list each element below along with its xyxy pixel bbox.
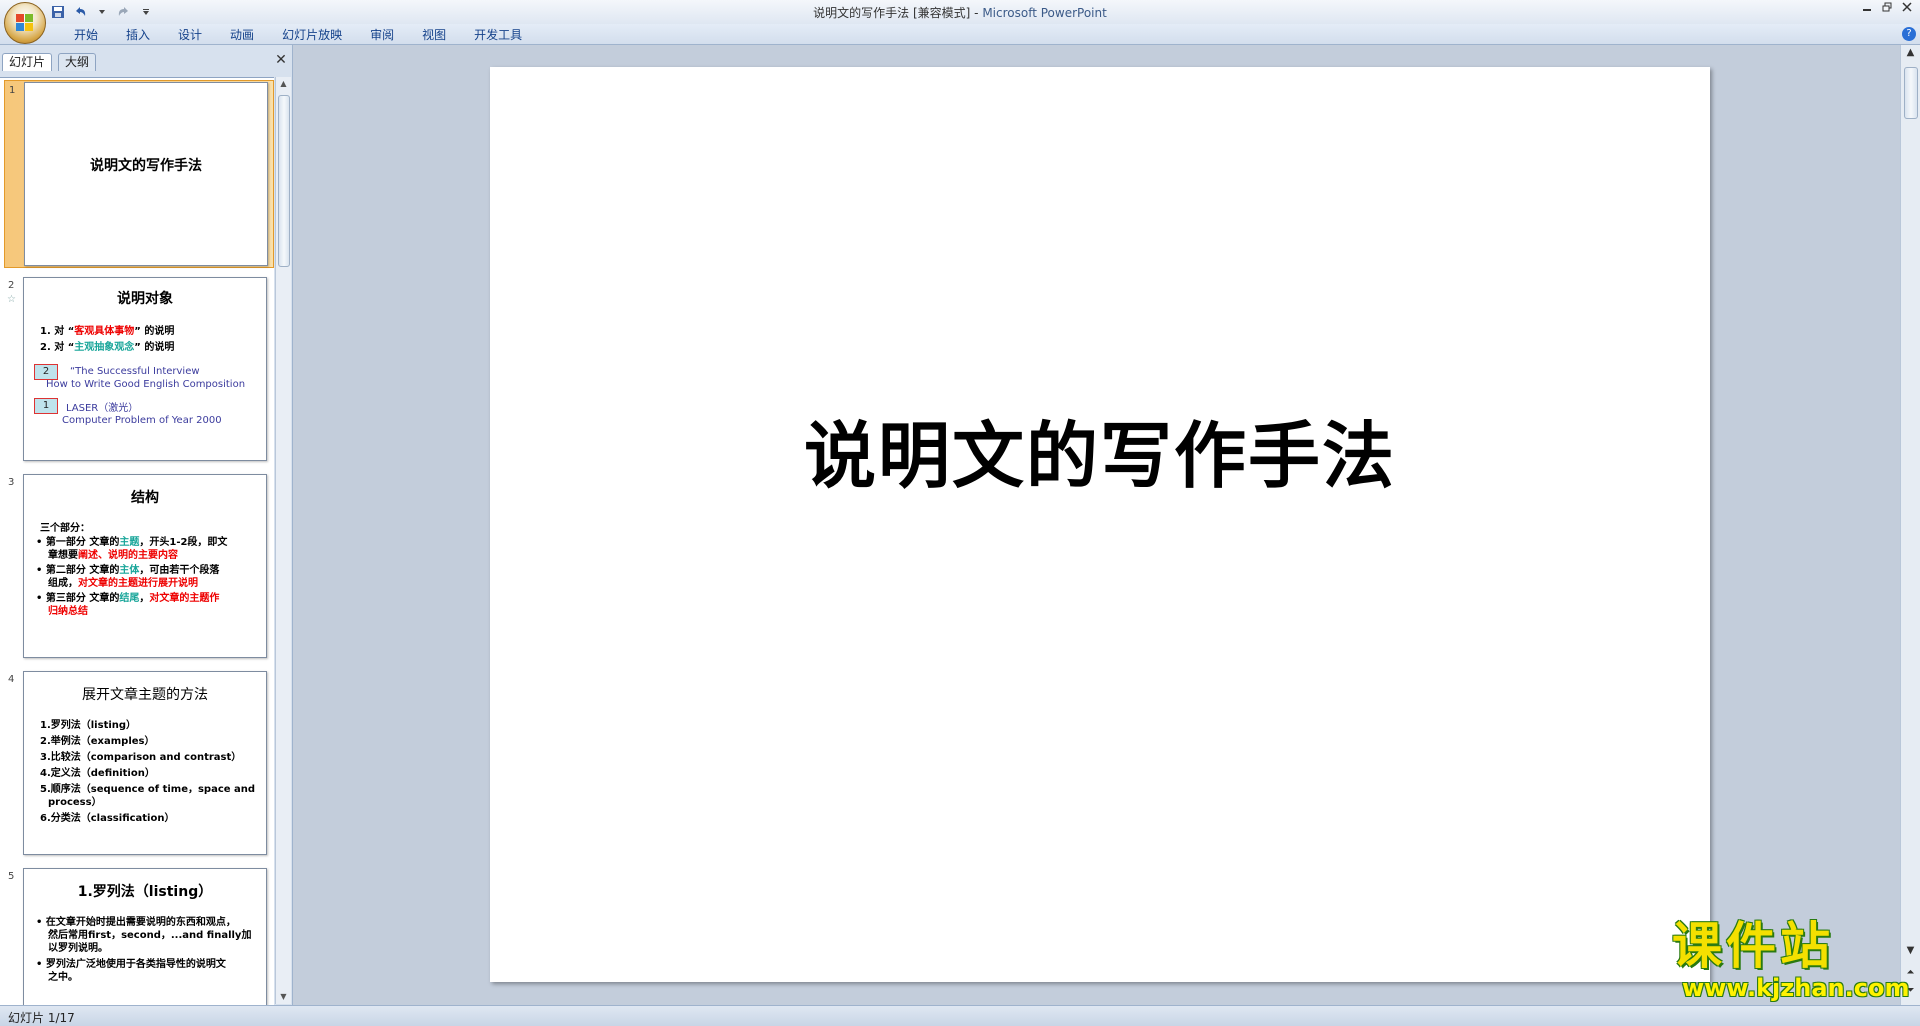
document-name: 说明文的写作手法 [兼容模式] [813,6,971,20]
thumbnail-slide-2[interactable]: 2 ☆ 说明对象 1. 对 “客观具体事物” 的说明 2. 对 “主观抽象观念”… [4,276,272,462]
close-panel-icon[interactable]: ✕ [274,53,288,67]
thumb-ref: LASER（激光） [66,403,139,414]
watermark-logo: 课件站 www.kjzhan.com [1668,917,1909,1002]
thumb-line: 2. 对 “主观抽象观念” 的说明 [40,342,175,353]
slide-thumbnail[interactable]: 展开文章主题的方法 1.罗列法（listing） 2.举例法（examples）… [23,671,267,855]
app-name: Microsoft PowerPoint [982,6,1107,20]
watermark-text: 课件站 [1672,917,1834,975]
thumbnail-slide-4[interactable]: 4 展开文章主题的方法 1.罗列法（listing） 2.举例法（example… [4,670,272,856]
tab-view[interactable]: 视图 [408,27,460,43]
thumb-line: 三个部分： [40,523,90,534]
scrollbar-thumb[interactable] [1904,67,1918,119]
panel-tabs: 幻灯片 大纲 [2,53,288,71]
slide-thumbnail[interactable]: 说明文的写作手法 [24,82,268,266]
slide-thumbnails: 1 说明文的写作手法 2 ☆ 说明对象 1. 对 “客观具体事物” 的说明 2.… [0,77,274,1005]
slide-number: 1 [9,85,16,96]
thumb-line: 章想要阐述、说明的主要内容 [48,550,178,561]
thumb-title: 1.罗列法（listing） [77,884,213,900]
current-slide[interactable]: 说明文的写作手法 [490,67,1710,982]
window-title: 说明文的写作手法 [兼容模式] - Microsoft PowerPoint [0,4,1920,21]
slide-thumbnail[interactable]: 结构 三个部分： • 第一部分 文章的主题，开头1-2段，即文 章想要阐述、说明… [23,474,267,658]
scroll-up-icon[interactable]: ▲ [276,77,291,91]
thumb-title: 说明文的写作手法 [90,158,202,174]
ribbon: 开始 插入 设计 动画 幻灯片放映 审阅 视图 开发工具 ? [0,24,1920,45]
thumbnail-slide-5[interactable]: 5 1.罗列法（listing） • 在文章开始时提出需要说明的东西和观点， 然… [4,867,272,1005]
thumb-line: 归纳总结 [48,606,88,617]
slide-number: 2 [8,280,15,291]
thumb-title: 展开文章主题的方法 [82,687,208,703]
thumb-ref: Computer Problem of Year 2000 [62,415,222,426]
slide-title[interactable]: 说明文的写作手法 [490,397,1710,502]
tab-design[interactable]: 设计 [164,27,216,43]
tab-outline[interactable]: 大纲 [58,53,97,71]
thumb-line: 1. 对 “客观具体事物” 的说明 [40,326,175,337]
scroll-down-icon[interactable]: ▼ [276,990,291,1004]
number-box: 2 [34,364,58,380]
tab-slide-show[interactable]: 幻灯片放映 [268,27,356,43]
slide-editing-area: 说明文的写作手法 [293,45,1900,1005]
slide-thumbnail[interactable]: 说明对象 1. 对 “客观具体事物” 的说明 2. 对 “主观抽象观念” 的说明… [23,277,267,461]
title-separator: - [970,6,983,20]
thumb-line: 之中。 [48,972,78,983]
scroll-down-icon[interactable]: ▼ [1901,943,1920,959]
thumb-title: 说明对象 [117,291,173,307]
slide-number: 5 [8,871,15,882]
tab-animations[interactable]: 动画 [216,27,268,43]
tab-home[interactable]: 开始 [60,27,112,43]
slide-number: 3 [8,477,15,488]
restore-button[interactable] [1878,1,1896,13]
tab-developer[interactable]: 开发工具 [460,27,536,43]
thumb-line: 组成，对文章的主题进行展开说明 [48,578,198,589]
scroll-up-icon[interactable]: ▲ [1901,45,1920,61]
minimize-icon [1863,9,1871,11]
transition-icon: ☆ [7,294,16,305]
thumb-ref: “The Successful Interview [70,366,200,377]
close-button[interactable] [1898,1,1916,13]
tab-review[interactable]: 审阅 [356,27,408,43]
close-icon [1902,2,1912,12]
slide-number: 4 [8,674,15,685]
status-bar: 幻灯片 1/17 [0,1005,1920,1026]
scrollbar-thumb[interactable] [278,95,290,267]
window-controls [1858,1,1916,13]
minimize-button[interactable] [1858,1,1876,13]
office-button[interactable] [4,2,46,44]
tab-insert[interactable]: 插入 [112,27,164,43]
slide-thumbnail[interactable]: 1.罗列法（listing） • 在文章开始时提出需要说明的东西和观点， 然后常… [23,868,267,1005]
slides-panel: 幻灯片 大纲 ✕ 1 说明文的写作手法 2 ☆ 说明对象 1. 对 “客观具体事… [0,45,293,1005]
thumb-line: 1.罗列法（listing） [40,720,137,731]
office-logo-icon [16,14,34,32]
thumb-line: 2.举例法（examples） [40,736,155,747]
thumb-title: 结构 [131,490,159,506]
thumb-line: process） [48,797,102,808]
slide-counter: 幻灯片 1/17 [8,1011,75,1025]
ribbon-tabs: 开始 插入 设计 动画 幻灯片放映 审阅 视图 开发工具 [60,27,536,43]
tab-slides[interactable]: 幻灯片 [2,53,53,71]
help-icon[interactable]: ? [1902,27,1916,41]
thumbnail-slide-3[interactable]: 3 结构 三个部分： • 第一部分 文章的主题，开头1-2段，即文 章想要阐述、… [4,473,272,659]
watermark-url: www.kjzhan.com [1682,974,1910,1002]
thumb-line: 以罗列说明。 [48,943,108,954]
restore-icon [1882,2,1892,12]
title-bar: 说明文的写作手法 [兼容模式] - Microsoft PowerPoint [0,0,1920,44]
thumb-ref: How to Write Good English Composition [46,379,246,390]
thumb-line: 6.分类法（classification） [40,813,175,824]
thumbnail-slide-1[interactable]: 1 说明文的写作手法 [4,80,274,268]
thumbnail-scrollbar[interactable]: ▲ ▼ [275,77,291,1004]
slide-scrollbar[interactable]: ▲ ▼ ⏶ ⏷ [1900,45,1920,1005]
number-box: 1 [34,398,58,414]
thumb-line: 3.比较法（comparison and contrast） [40,752,242,763]
thumb-line: 4.定义法（definition） [40,768,155,779]
